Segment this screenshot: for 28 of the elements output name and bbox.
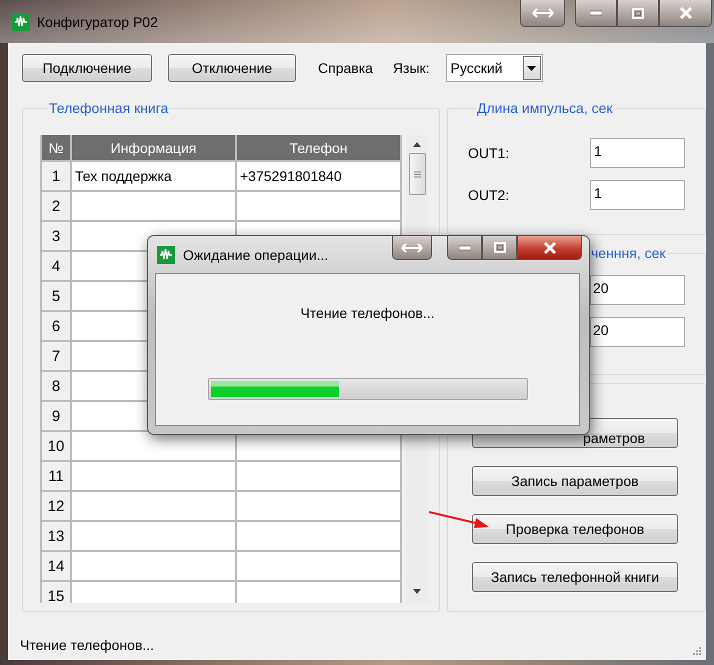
group-title: ченння, сек — [590, 245, 667, 261]
row-number: 2 — [41, 191, 71, 221]
row-number: 6 — [41, 311, 71, 341]
field-label: OUT1: — [468, 145, 510, 161]
row-number: 7 — [41, 341, 71, 371]
row-number: 12 — [41, 491, 71, 521]
language-label: Язык: — [392, 60, 430, 76]
row-number: 13 — [41, 521, 71, 551]
row-number: 15 — [41, 581, 71, 603]
row-number: 5 — [41, 281, 71, 311]
column-header: Информация — [71, 135, 236, 161]
field-label: OUT2: — [468, 187, 510, 203]
row-number: 4 — [41, 251, 71, 281]
dialog-message: Чтение телефонов... — [300, 304, 435, 322]
row-number: 10 — [41, 431, 71, 461]
row-number: 11 — [41, 461, 71, 491]
status-text: Чтение телефонов... — [20, 637, 154, 653]
group-title: Длина импульса, сек — [476, 100, 614, 116]
row-number: 3 — [41, 221, 71, 251]
row-number: 8 — [41, 371, 71, 401]
column-header: Телефон — [236, 135, 401, 161]
dialog-title: Ожидание операции... — [183, 246, 328, 262]
row-number: 14 — [41, 551, 71, 581]
row-number: 1 — [41, 161, 71, 191]
row-number: 9 — [41, 401, 71, 431]
group-title: Телефонная книга — [48, 100, 170, 116]
column-header: № — [41, 135, 71, 161]
window-title: Конфигуратор P02 — [37, 14, 158, 30]
